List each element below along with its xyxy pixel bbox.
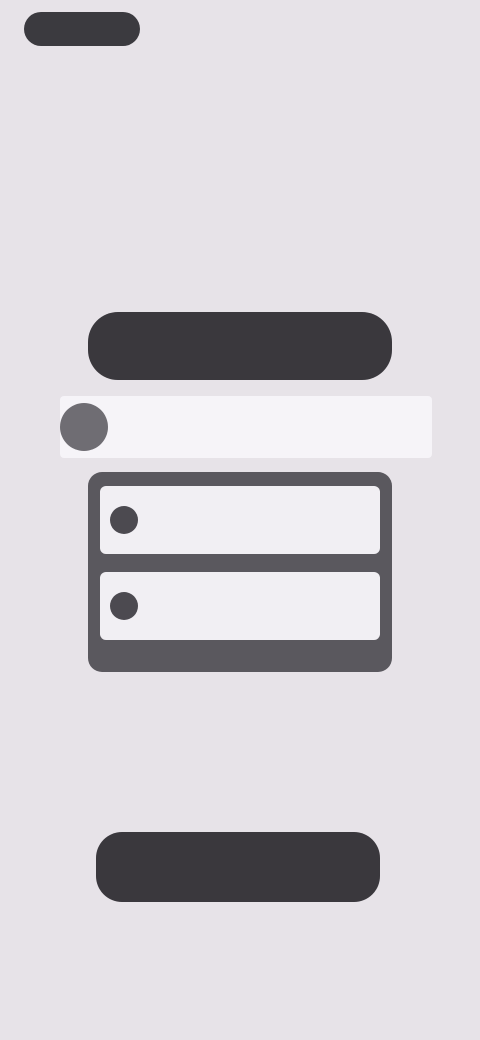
status-pill	[24, 12, 140, 46]
status-bar	[0, 0, 480, 64]
options-card	[88, 472, 392, 672]
option-icon	[110, 506, 138, 534]
option-item[interactable]	[100, 486, 380, 554]
option-icon	[110, 592, 138, 620]
continue-button[interactable]	[96, 832, 380, 902]
option-item[interactable]	[100, 572, 380, 640]
selected-list-item[interactable]	[60, 396, 432, 458]
primary-top-button[interactable]	[88, 312, 392, 380]
avatar	[60, 403, 108, 451]
